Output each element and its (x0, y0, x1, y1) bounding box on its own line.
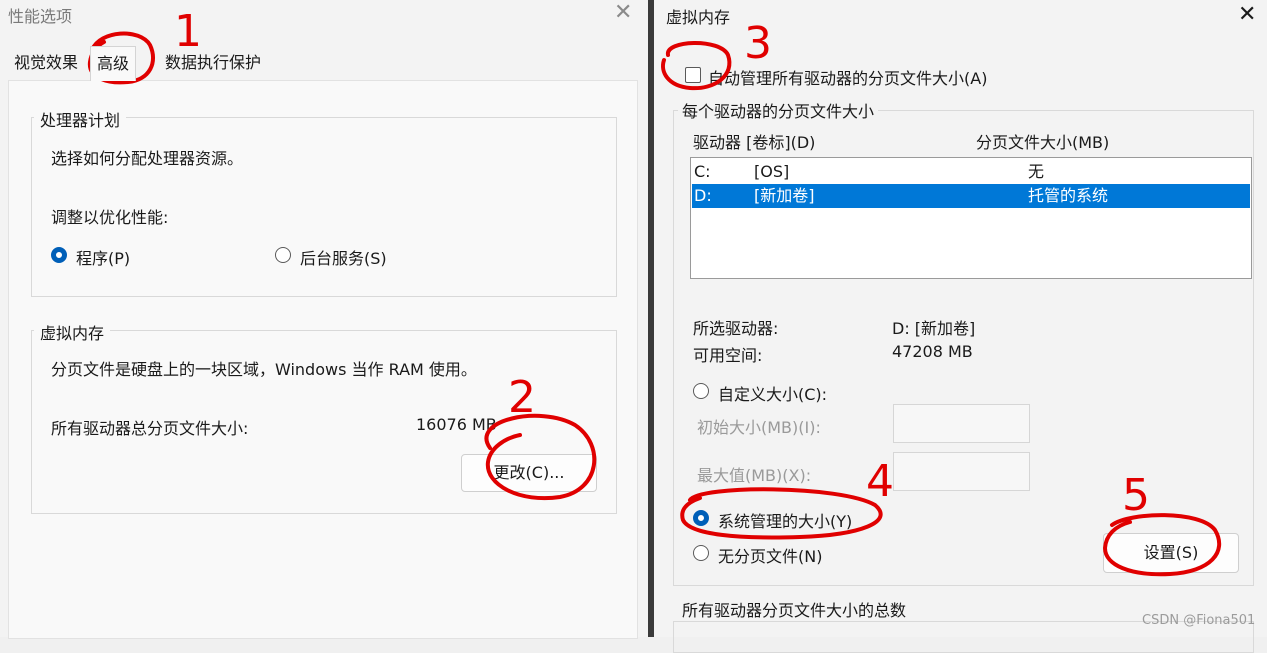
selected-drive-value: D: [新加卷] (892, 319, 976, 338)
selected-drive-label: 所选驱动器: (693, 319, 779, 338)
advanced-tab-panel: 处理器计划 选择如何分配处理器资源。 调整以优化性能: 程序(P) 后台服务(S… (8, 80, 638, 639)
title-bar: 性能选项 ✕ (0, 0, 648, 30)
window-title: 性能选项 (8, 7, 73, 26)
adjust-label: 调整以优化性能: (51, 208, 169, 227)
drive-row-d[interactable]: D: [新加卷] 托管的系统 (692, 184, 1250, 208)
initial-size-input[interactable] (893, 404, 1030, 443)
free-space-value: 47208 MB (892, 342, 973, 361)
performance-options-window: 性能选项 ✕ 视觉效果 高级 数据执行保护 处理器计划 选择如何分配处理器资源。… (0, 0, 648, 639)
tab-data-execution-prevention[interactable]: 数据执行保护 (159, 46, 267, 80)
drive-letter: D: (694, 186, 712, 205)
max-size-label: 最大值(MB)(X): (697, 466, 812, 485)
drive-row-c[interactable]: C: [OS] 无 (692, 160, 1250, 184)
programs-radio-label[interactable]: 程序(P) (76, 245, 130, 269)
drive-volume-label: [OS] (754, 162, 790, 181)
drive-volume-label: [新加卷] (754, 186, 815, 205)
no-paging-file-radio[interactable] (693, 545, 709, 561)
total-paging-label: 所有驱动器总分页文件大小: (51, 419, 249, 438)
auto-manage-label[interactable]: 自动管理所有驱动器的分页文件大小(A) (708, 65, 987, 89)
custom-size-radio[interactable] (693, 383, 709, 399)
column-header-size: 分页文件大小(MB) (976, 133, 1110, 152)
change-button[interactable]: 更改(C)... (461, 454, 597, 492)
custom-size-label[interactable]: 自定义大小(C): (718, 381, 827, 405)
processor-scheduling-title: 处理器计划 (34, 107, 127, 131)
total-all-drives-title: 所有驱动器分页文件大小的总数 (682, 601, 907, 620)
column-header-drive: 驱动器 [卷标](D) (693, 133, 816, 152)
close-icon[interactable]: ✕ (614, 0, 632, 25)
drive-list[interactable]: C: [OS] 无 D: [新加卷] 托管的系统 (690, 157, 1252, 279)
tab-visual-effects[interactable]: 视觉效果 (8, 46, 84, 80)
watermark: CSDN @Fiona501 (1142, 613, 1256, 628)
free-space-label: 可用空间: (693, 346, 763, 365)
window-title: 虚拟内存 (666, 8, 731, 27)
max-size-input[interactable] (893, 452, 1030, 491)
background-services-radio[interactable] (275, 247, 291, 263)
close-icon[interactable]: ✕ (1238, 2, 1256, 27)
virtual-memory-title: 虚拟内存 (34, 320, 111, 344)
total-paging-value: 16076 MB (416, 415, 497, 434)
per-drive-group-title: 每个驱动器的分页文件大小 (678, 98, 879, 122)
system-managed-radio[interactable] (693, 510, 709, 526)
drive-paging-size: 托管的系统 (1028, 186, 1109, 205)
drive-letter: C: (694, 162, 711, 181)
programs-radio[interactable] (51, 247, 67, 263)
processor-description: 选择如何分配处理器资源。 (51, 149, 244, 168)
initial-size-label: 初始大小(MB)(I): (697, 418, 821, 437)
tab-advanced[interactable]: 高级 (90, 46, 137, 81)
set-button[interactable]: 设置(S) (1103, 533, 1239, 573)
auto-manage-checkbox[interactable] (685, 67, 701, 83)
system-managed-label[interactable]: 系统管理的大小(Y) (718, 508, 852, 532)
drive-paging-size: 无 (1028, 162, 1045, 181)
background-services-radio-label[interactable]: 后台服务(S) (300, 245, 387, 269)
vm-description: 分页文件是硬盘上的一块区域，Windows 当作 RAM 使用。 (51, 360, 477, 379)
virtual-memory-window: 虚拟内存 ✕ 自动管理所有驱动器的分页文件大小(A) 每个驱动器的分页文件大小 … (654, 0, 1267, 653)
no-paging-file-label[interactable]: 无分页文件(N) (718, 543, 822, 567)
